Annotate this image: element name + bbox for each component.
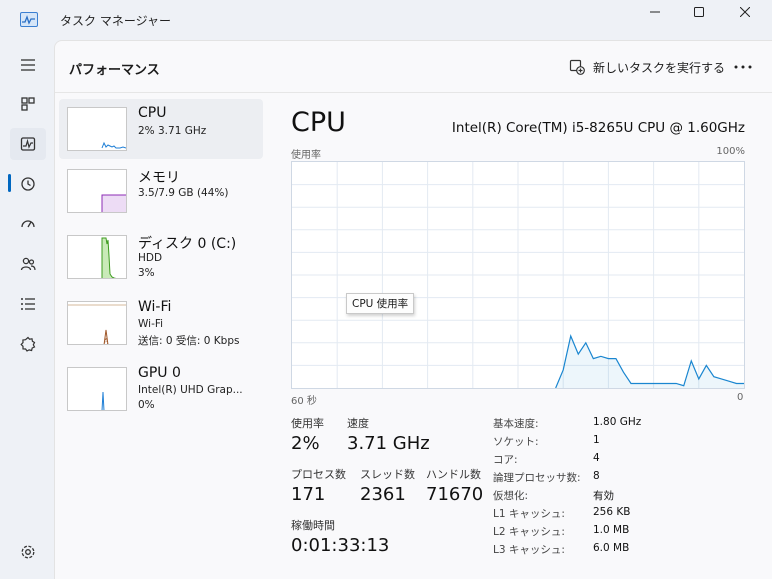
info-value: 1.0 MB bbox=[593, 524, 630, 536]
info-key: 論理プロセッサ数: bbox=[493, 472, 581, 484]
info-value: 256 KB bbox=[593, 506, 631, 518]
window-title: タスク マネージャー bbox=[60, 14, 171, 28]
more-icon[interactable] bbox=[731, 55, 755, 79]
x-axis-right-label: 0 bbox=[737, 392, 744, 403]
perf-item-title: GPU 0 bbox=[138, 365, 181, 381]
perf-item-memory[interactable]: メモリ 3.5/7.9 GB (44%) bbox=[59, 161, 263, 221]
info-key: L3 キャッシュ: bbox=[493, 544, 565, 556]
close-button[interactable] bbox=[722, 0, 768, 24]
cpu-model: Intel(R) Core(TM) i5-8265U CPU @ 1.60GHz bbox=[451, 120, 745, 136]
services-icon[interactable] bbox=[10, 328, 46, 360]
info-key: L1 キャッシュ: bbox=[493, 508, 565, 520]
info-key: コア: bbox=[493, 454, 518, 466]
run-task-label: 新しいタスクを実行する bbox=[593, 60, 726, 75]
perf-item-subtitle: Wi-Fi bbox=[138, 318, 164, 330]
disk-thumbnail bbox=[67, 235, 127, 279]
info-key: 基本速度: bbox=[493, 418, 539, 430]
info-value: 1.80 GHz bbox=[593, 416, 642, 428]
perf-item-wifi[interactable]: Wi-Fi Wi-Fi 送信: 0 受信: 0 Kbps bbox=[59, 293, 263, 353]
threads-label: スレッド数 bbox=[360, 468, 415, 481]
uptime-label: 稼働時間 bbox=[291, 519, 335, 532]
perf-item-subtitle: Intel(R) UHD Grap... bbox=[138, 384, 243, 396]
cpu-usage-area bbox=[555, 336, 744, 388]
info-value: 6.0 MB bbox=[593, 542, 630, 554]
y-axis-label: 使用率 bbox=[291, 150, 321, 161]
speed-label: 速度 bbox=[347, 417, 369, 430]
info-key: L2 キャッシュ: bbox=[493, 526, 565, 538]
settings-icon[interactable] bbox=[12, 538, 44, 566]
usage-value: 2% bbox=[291, 433, 320, 454]
handles-value: 71670 bbox=[426, 484, 484, 505]
startup-apps-icon[interactable] bbox=[10, 208, 46, 240]
main-panel: パフォーマンス 新しいタスクを実行する CPU 2% 3.71 GHz メモリ … bbox=[54, 40, 772, 579]
perf-item-gpu[interactable]: GPU 0 Intel(R) UHD Grap... 0% bbox=[59, 359, 263, 419]
run-task-icon bbox=[569, 59, 585, 75]
speed-value: 3.71 GHz bbox=[347, 433, 430, 454]
users-icon[interactable] bbox=[10, 248, 46, 280]
detail-title: CPU bbox=[291, 107, 346, 138]
app-history-icon[interactable] bbox=[10, 168, 46, 200]
info-value: 有効 bbox=[593, 490, 614, 502]
processes-icon[interactable] bbox=[10, 88, 46, 120]
graph-tooltip: CPU 使用率 bbox=[346, 293, 415, 314]
threads-value: 2361 bbox=[360, 484, 406, 505]
hamburger-icon[interactable] bbox=[10, 49, 46, 81]
info-value: 1 bbox=[593, 434, 600, 446]
perf-item-subtitle: HDD bbox=[138, 252, 163, 264]
info-key: 仮想化: bbox=[493, 490, 529, 502]
info-value: 8 bbox=[593, 470, 600, 482]
cpu-usage-chart bbox=[292, 162, 744, 388]
y-axis-max-label: 100% bbox=[716, 146, 745, 157]
perf-item-detail: 送信: 0 受信: 0 Kbps bbox=[138, 335, 240, 347]
task-manager-icon bbox=[20, 12, 38, 27]
x-axis-left-label: 60 秒 bbox=[291, 396, 317, 407]
perf-item-cpu[interactable]: CPU 2% 3.71 GHz bbox=[59, 99, 263, 159]
perf-item-title: メモリ bbox=[138, 170, 180, 186]
uptime-value: 0:01:33:13 bbox=[291, 535, 390, 556]
run-new-task-button[interactable]: 新しいタスクを実行する bbox=[569, 55, 725, 79]
page-header: パフォーマンス 新しいタスクを実行する bbox=[55, 41, 772, 93]
minimize-button[interactable] bbox=[632, 0, 678, 24]
nav-rail bbox=[0, 40, 54, 579]
usage-label: 使用率 bbox=[291, 417, 324, 430]
details-icon[interactable] bbox=[10, 288, 46, 320]
info-key: ソケット: bbox=[493, 436, 539, 448]
gpu-thumbnail bbox=[67, 367, 127, 411]
processes-value: 171 bbox=[291, 484, 326, 505]
page-title: パフォーマンス bbox=[69, 63, 160, 78]
handles-label: ハンドル数 bbox=[426, 468, 481, 481]
perf-item-detail: 3% bbox=[138, 267, 155, 279]
perf-item-title: ディスク 0 (C:) bbox=[138, 236, 237, 252]
perf-item-subtitle: 2% 3.71 GHz bbox=[138, 125, 207, 137]
perf-item-title: Wi-Fi bbox=[138, 299, 172, 315]
cpu-usage-graph: CPU 使用率 bbox=[291, 161, 745, 389]
cpu-thumbnail bbox=[67, 107, 127, 151]
info-value: 4 bbox=[593, 452, 600, 464]
processes-label: プロセス数 bbox=[291, 468, 346, 481]
memory-thumbnail bbox=[67, 169, 127, 213]
perf-item-title: CPU bbox=[138, 105, 167, 121]
wifi-thumbnail bbox=[67, 301, 127, 345]
performance-icon[interactable] bbox=[10, 128, 46, 160]
perf-item-subtitle: 3.5/7.9 GB (44%) bbox=[138, 187, 229, 199]
perf-item-detail: 0% bbox=[138, 399, 155, 411]
title-bar: タスク マネージャー bbox=[0, 0, 772, 40]
perf-item-disk[interactable]: ディスク 0 (C:) HDD 3% bbox=[59, 227, 263, 287]
maximize-button[interactable] bbox=[676, 0, 722, 24]
